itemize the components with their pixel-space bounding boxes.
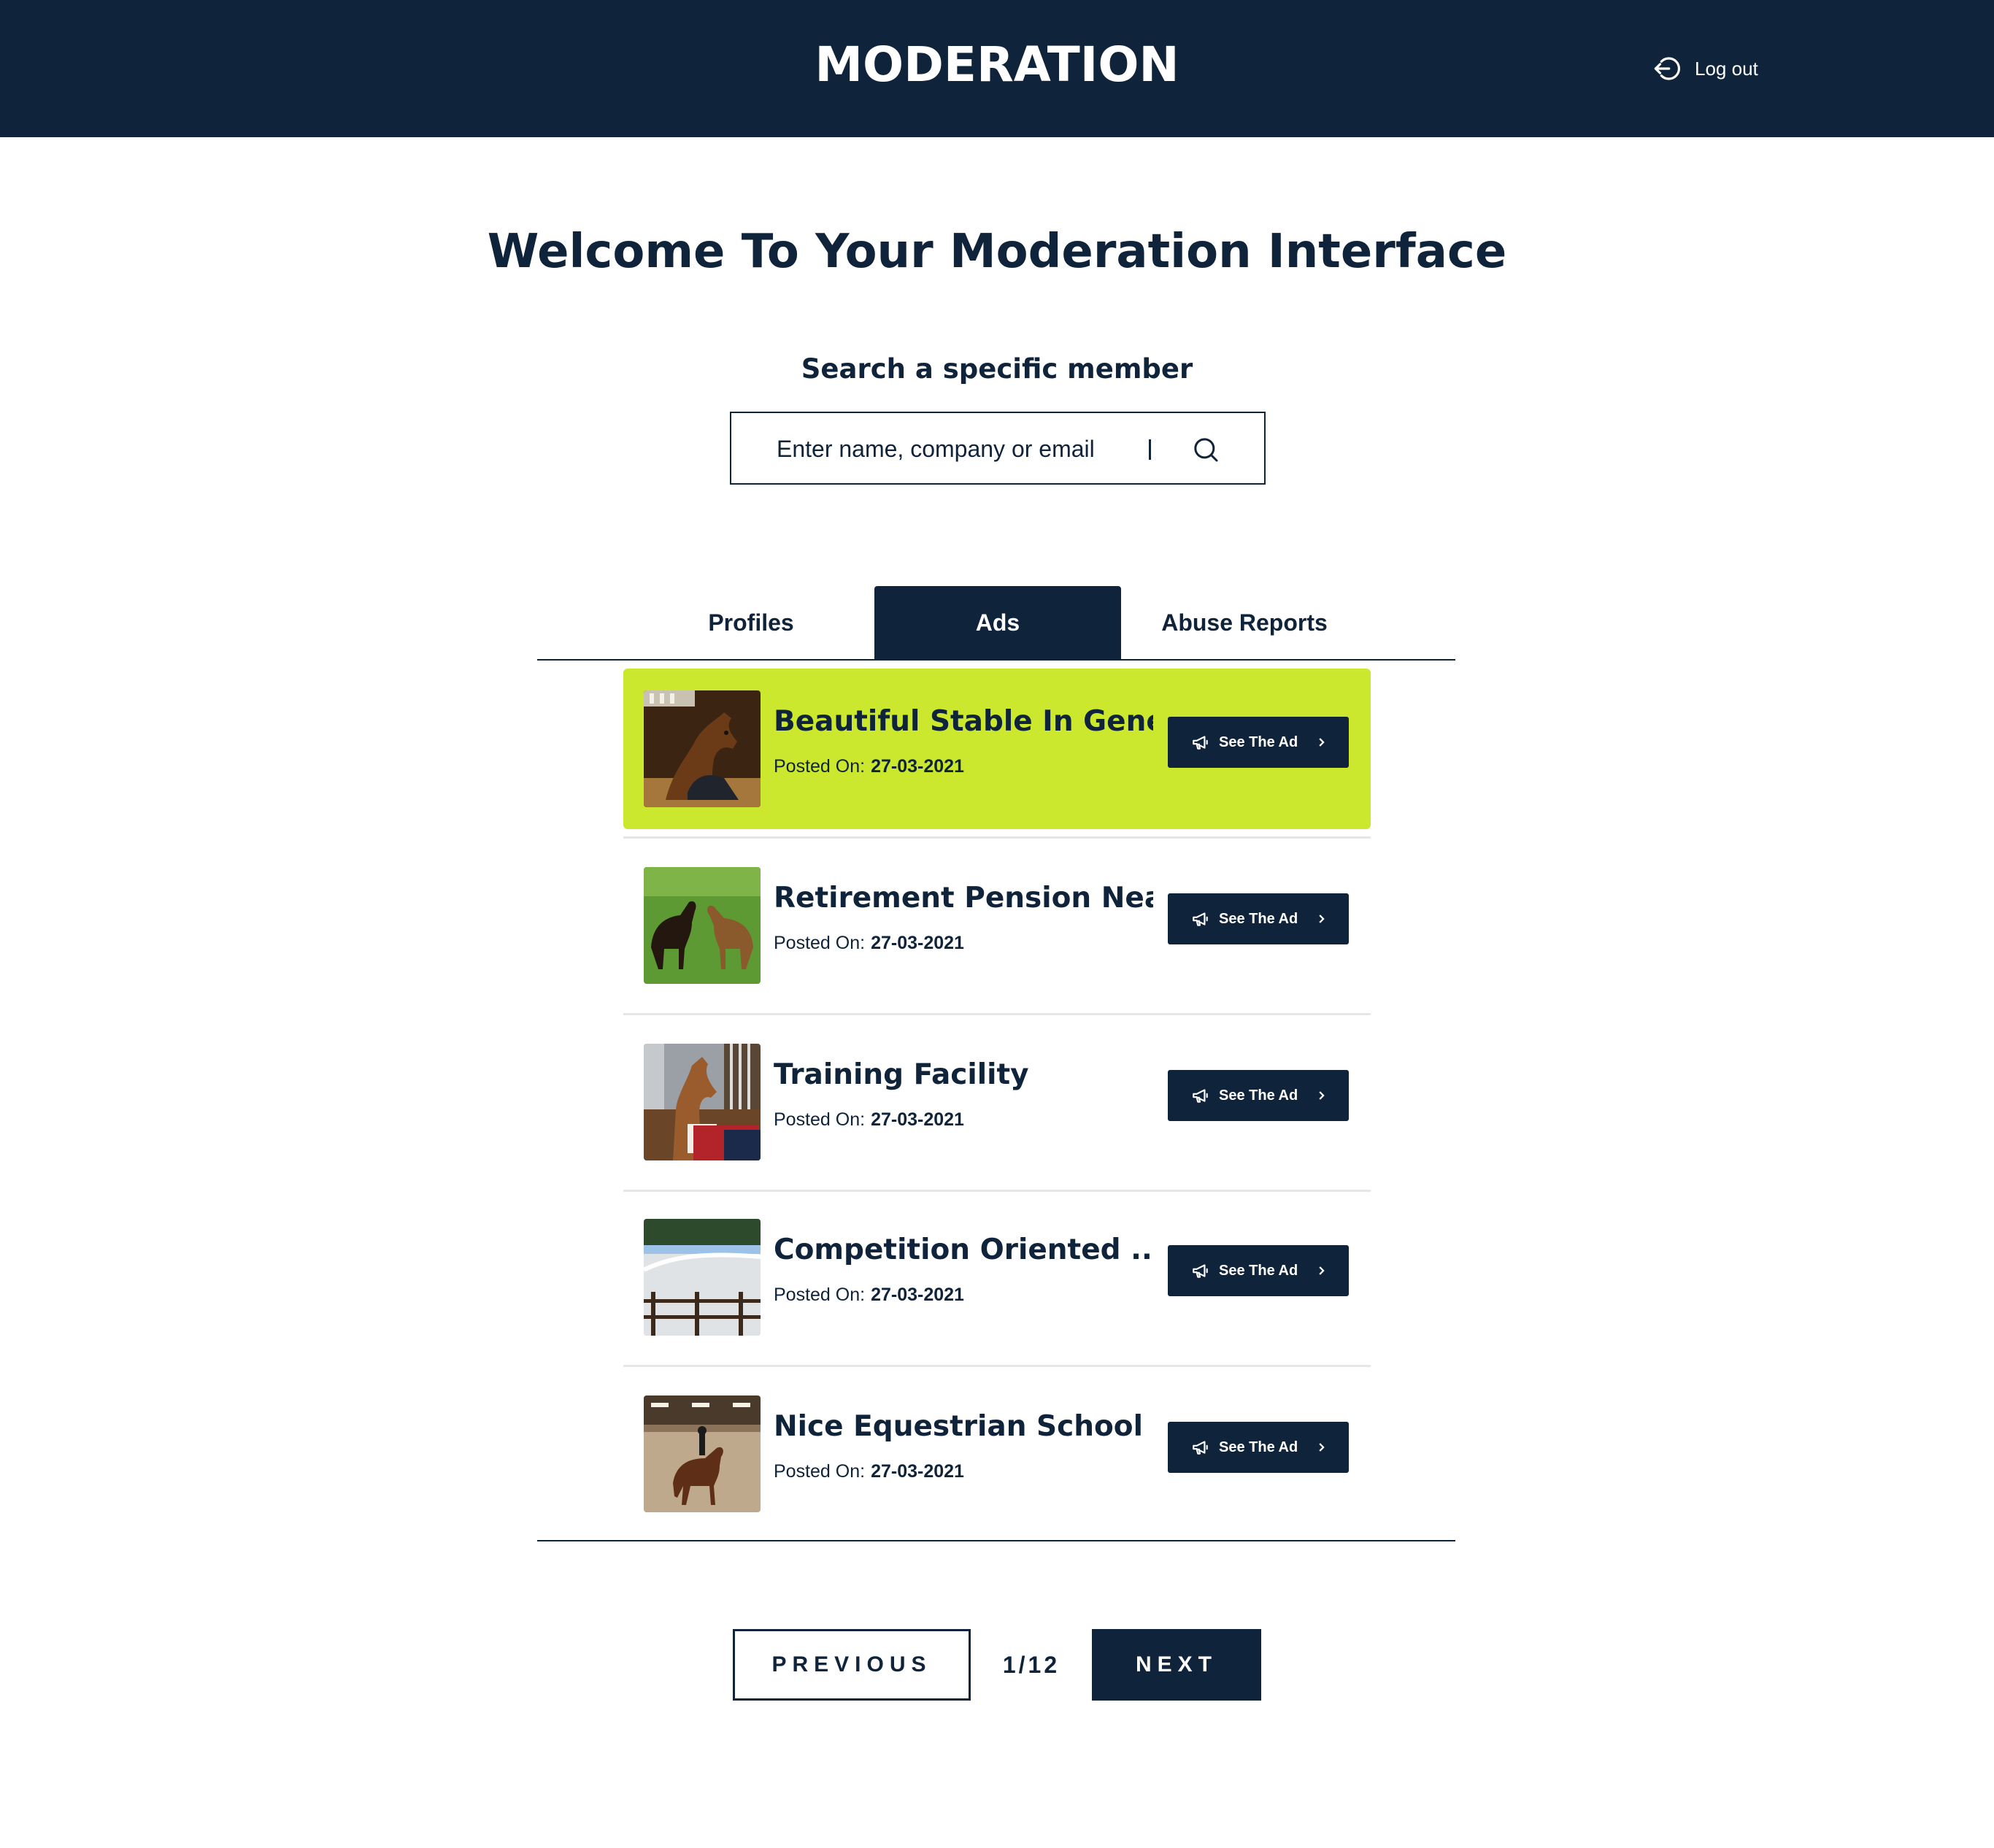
- ad-posted-date: Posted On: 27-03-2021: [774, 933, 964, 954]
- megaphone-icon: [1193, 736, 1208, 750]
- posted-on-label: Posted On:: [774, 1109, 866, 1130]
- megaphone-icon: [1193, 912, 1208, 926]
- row-divider: [623, 836, 1371, 839]
- tab-ads[interactable]: Ads: [874, 586, 1121, 659]
- ad-thumbnail: [644, 690, 761, 807]
- ad-row: Nice Equestrian School Ne ... Posted On:…: [623, 1374, 1371, 1534]
- tab-abuse-reports[interactable]: Abuse Reports: [1121, 586, 1368, 659]
- search-label: Search a specific member: [801, 353, 1193, 385]
- see-the-ad-button[interactable]: See The Ad: [1168, 717, 1349, 768]
- row-divider: [623, 1190, 1371, 1192]
- megaphone-icon: [1193, 1264, 1208, 1278]
- posted-on-label: Posted On:: [774, 1461, 866, 1482]
- ad-row: Training Facility Posted On: 27-03-2021 S…: [623, 1022, 1371, 1182]
- chevron-right-icon: [1319, 738, 1325, 747]
- posted-date-value: 27-03-2021: [871, 933, 964, 953]
- search-icon[interactable]: [1191, 435, 1220, 464]
- tabs-bar: Profiles Ads Abuse Reports: [537, 586, 1455, 661]
- ad-title: Training Facility: [774, 1058, 1029, 1091]
- see-the-ad-button[interactable]: See The Ad: [1168, 1070, 1349, 1121]
- chevron-right-icon: [1319, 1266, 1325, 1275]
- logout-button[interactable]: Log out: [1652, 53, 1758, 85]
- page-indicator: 1/12: [1002, 1651, 1060, 1678]
- row-divider: [623, 1365, 1371, 1367]
- ad-posted-date: Posted On: 27-03-2021: [774, 756, 964, 777]
- posted-on-label: Posted On:: [774, 933, 866, 953]
- see-the-ad-label: See The Ad: [1219, 1087, 1298, 1104]
- see-the-ad-label: See The Ad: [1219, 734, 1298, 750]
- indoor-riding-photo-icon: [644, 1395, 761, 1512]
- tab-profiles[interactable]: Profiles: [628, 586, 874, 659]
- horses-in-pasture-photo-icon: [644, 867, 761, 984]
- ad-title: Nice Equestrian School Ne ...: [774, 1410, 1153, 1443]
- ad-posted-date: Posted On: 27-03-2021: [774, 1461, 964, 1482]
- posted-date-value: 27-03-2021: [871, 756, 964, 777]
- posted-date-value: 27-03-2021: [871, 1461, 964, 1482]
- ad-row: Competition Oriented ... Posted On: 27-03…: [623, 1197, 1371, 1358]
- ad-posted-date: Posted On: 27-03-2021: [774, 1285, 964, 1306]
- see-the-ad-button[interactable]: See The Ad: [1168, 893, 1349, 944]
- search-input[interactable]: [777, 432, 1112, 466]
- ad-title: Competition Oriented ...: [774, 1233, 1153, 1266]
- top-bar: MODERATION Log out: [0, 0, 1994, 137]
- posted-on-label: Posted On:: [774, 756, 866, 777]
- megaphone-icon: [1193, 1089, 1208, 1103]
- see-the-ad-label: See The Ad: [1219, 1439, 1298, 1455]
- page-title: Welcome To Your Moderation Interface: [487, 225, 1507, 279]
- horse-in-stable-photo-icon: [644, 1044, 761, 1160]
- ad-title: Beautiful Stable In Genevas...: [774, 705, 1153, 738]
- list-bottom-divider: [537, 1540, 1455, 1541]
- ad-row: Retirement Pension Near ... Posted On:27…: [623, 845, 1371, 1006]
- posted-date-value: 27-03-2021: [871, 1285, 964, 1305]
- ad-title: Retirement Pension Near ...: [774, 882, 1153, 915]
- logout-label: Log out: [1695, 57, 1758, 80]
- arena-photo-icon: [644, 1219, 761, 1336]
- search-box: [730, 412, 1266, 485]
- ad-thumbnail: [644, 1219, 761, 1336]
- see-the-ad-button[interactable]: See The Ad: [1168, 1422, 1349, 1473]
- megaphone-icon: [1193, 1441, 1208, 1455]
- posted-date-value: 27-03-2021: [871, 1109, 964, 1130]
- ad-thumbnail: [644, 1395, 761, 1512]
- ad-thumbnail: [644, 867, 761, 984]
- logout-icon: [1654, 57, 1680, 80]
- see-the-ad-button[interactable]: See The Ad: [1168, 1245, 1349, 1296]
- previous-button[interactable]: PREVIOUS: [733, 1629, 971, 1701]
- ad-thumbnail: [644, 1044, 761, 1160]
- posted-on-label: Posted On:: [774, 1285, 866, 1305]
- next-button[interactable]: NEXT: [1092, 1629, 1261, 1701]
- chevron-right-icon: [1319, 1443, 1325, 1452]
- row-divider: [623, 1013, 1371, 1015]
- ad-posted-date: Posted On: 27-03-2021: [774, 1109, 964, 1131]
- chevron-right-icon: [1319, 915, 1325, 923]
- see-the-ad-label: See The Ad: [1219, 1262, 1298, 1279]
- text-caret: [1149, 439, 1151, 460]
- see-the-ad-label: See The Ad: [1219, 910, 1298, 927]
- ad-row: Beautiful Stable In Genevas... Posted On…: [623, 669, 1371, 829]
- chevron-right-icon: [1319, 1091, 1325, 1100]
- horse-in-stall-photo-icon: [644, 690, 761, 807]
